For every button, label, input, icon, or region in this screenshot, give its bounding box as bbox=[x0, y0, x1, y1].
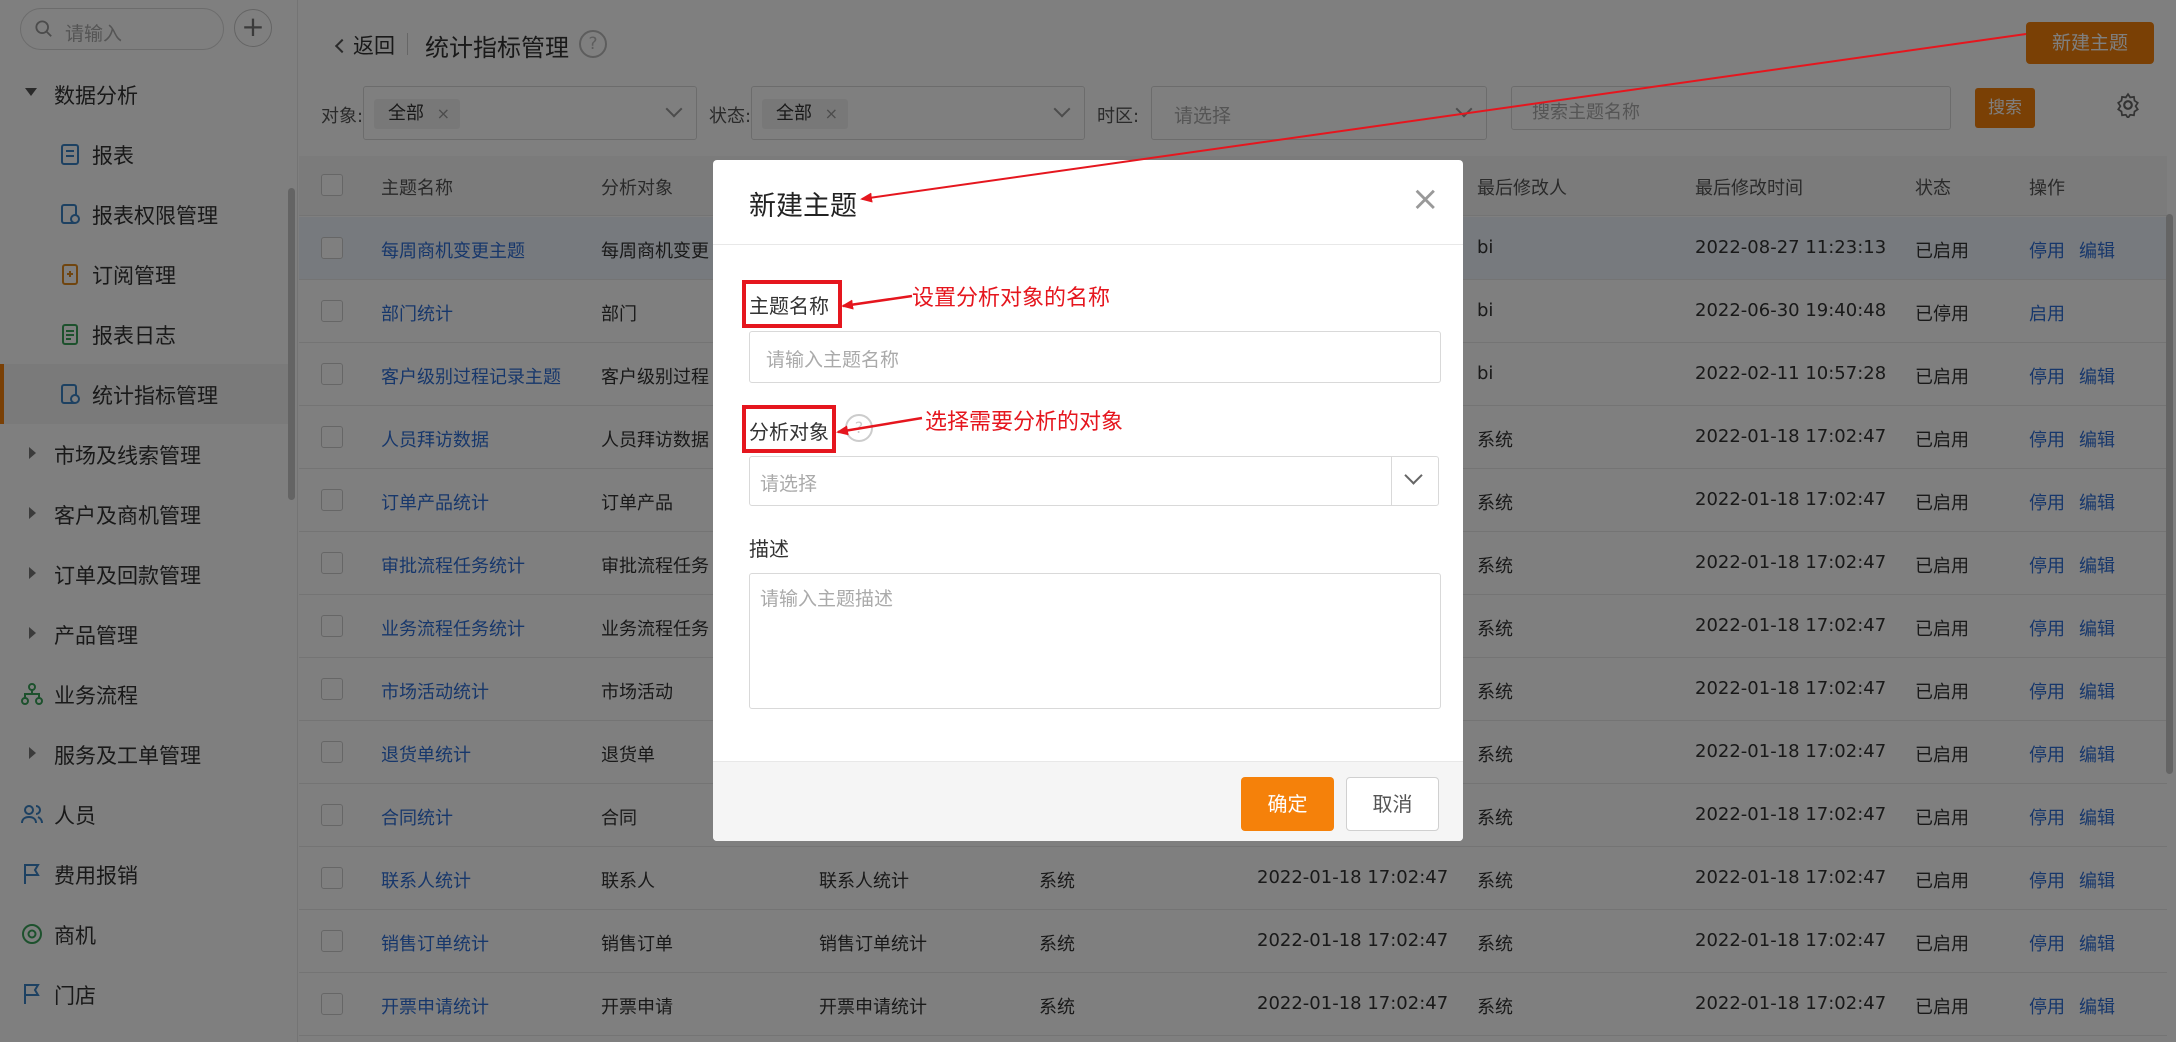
theme-name-highlight bbox=[742, 280, 842, 328]
analysis-object-annotation: 选择需要分析的对象 bbox=[925, 410, 1124, 435]
analysis-object-highlight bbox=[742, 405, 836, 453]
new-theme-dialog: 新建主题 × 主题名称 请输入主题名称 分析对象 ? 请选择 描述 请输入主题描… bbox=[713, 160, 1463, 841]
chevron-down-icon bbox=[1404, 466, 1423, 485]
dialog-footer: 确定 取消 bbox=[713, 761, 1463, 841]
description-placeholder: 请输入主题描述 bbox=[760, 588, 894, 610]
theme-name-input[interactable]: 请输入主题名称 bbox=[749, 331, 1441, 383]
theme-name-annotation: 设置分析对象的名称 bbox=[912, 286, 1111, 311]
confirm-button[interactable]: 确定 bbox=[1241, 777, 1334, 831]
description-textarea[interactable]: 请输入主题描述 bbox=[749, 573, 1441, 709]
analysis-object-select[interactable]: 请选择 bbox=[749, 456, 1439, 506]
dialog-divider bbox=[713, 244, 1463, 245]
description-label: 描述 bbox=[749, 537, 789, 561]
cancel-button[interactable]: 取消 bbox=[1346, 777, 1439, 831]
help-icon[interactable]: ? bbox=[845, 414, 873, 442]
close-icon[interactable]: × bbox=[1411, 182, 1440, 216]
analysis-object-placeholder: 请选择 bbox=[760, 473, 818, 495]
dialog-title: 新建主题 bbox=[749, 191, 857, 222]
select-divider bbox=[1391, 457, 1392, 505]
theme-name-placeholder: 请输入主题名称 bbox=[766, 349, 900, 371]
